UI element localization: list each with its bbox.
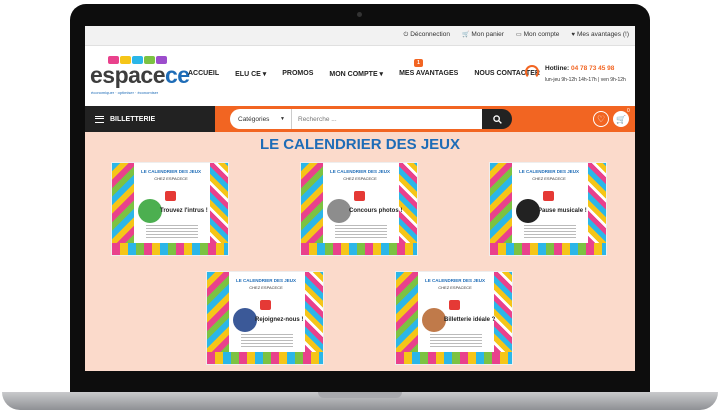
- avantages-badge: 1: [414, 59, 423, 67]
- card-header: LE CALENDRIER DES JEUX: [235, 278, 296, 283]
- card-body-text: [335, 225, 387, 239]
- page-title: LE CALENDRIER DES JEUX: [259, 136, 461, 153]
- card-label: Rejoignez-nous !: [255, 317, 304, 323]
- hotline-title: Hotline: 04 78 73 45 98: [545, 65, 615, 72]
- game-card[interactable]: LE CALENDRIER DES JEUX CHEZ ESPACECE Pause…: [489, 162, 607, 256]
- hotline-phone: 04 78 73 45 98: [571, 65, 615, 72]
- site-header: espacece économiquer · optimiser · écono…: [85, 46, 635, 106]
- calendar-icon: [449, 300, 460, 310]
- search-navbar: BILLETTERIE Catégories ▼ Recherche ... ♡…: [85, 106, 635, 132]
- chevron-down-icon: ▼: [280, 116, 285, 122]
- card-subheader: CHEZ ESPACECE: [438, 285, 472, 290]
- card-body-text: [241, 334, 293, 348]
- card-illustration: [233, 308, 257, 332]
- card-illustration: [516, 199, 540, 223]
- game-card[interactable]: LE CALENDRIER DES JEUX CHEZ ESPACECE Conco…: [300, 162, 418, 256]
- search-input[interactable]: Recherche ...: [292, 109, 482, 129]
- account-label: Mon compte: [523, 31, 560, 38]
- card-body-text: [430, 334, 482, 348]
- game-card[interactable]: LE CALENDRIER DES JEUX CHEZ ESPACECE Trouv…: [111, 162, 229, 256]
- billetterie-button[interactable]: BILLETTERIE: [85, 106, 215, 132]
- card-icon: ▭: [515, 32, 522, 38]
- headset-icon: [525, 65, 539, 79]
- calendar-icon: [165, 191, 176, 201]
- main-menu: ACCUEIL ELU CE ▾ PROMOS MON COMPTE ▾ MES…: [188, 59, 540, 78]
- card-body-text: [146, 225, 198, 239]
- camera-icon: [357, 12, 362, 17]
- card-decoration: [396, 352, 512, 364]
- menu-elu-ce[interactable]: ELU CE ▾: [235, 70, 266, 78]
- logout-label: Déconnection: [410, 31, 450, 38]
- logo-word: espacece: [90, 62, 190, 88]
- cart-count: 0: [627, 108, 630, 114]
- calendar-icon: [260, 300, 271, 310]
- menu-accueil[interactable]: ACCUEIL: [188, 70, 219, 78]
- game-card[interactable]: LE CALENDRIER DES JEUX CHEZ ESPACECE Bille…: [395, 271, 513, 365]
- top-links-bar: ⏻ Déconnection 🛒 Mon panier ▭ Mon compte ♥ M…: [85, 26, 635, 46]
- card-header: LE CALENDRIER DES JEUX: [140, 169, 201, 174]
- heart-icon: ♥: [571, 32, 575, 38]
- search-icon: [492, 114, 502, 124]
- card-label: Pause musicale !: [538, 208, 587, 214]
- categories-label: Catégories: [238, 115, 270, 123]
- cart-icon: 🛒: [461, 32, 470, 38]
- card-illustration: [327, 199, 351, 223]
- card-subheader: CHEZ ESPACECE: [249, 285, 283, 290]
- wishlist-heart-icon[interactable]: ♡: [593, 111, 609, 127]
- benefits-link[interactable]: ♥ Mes avantages (!): [571, 31, 629, 39]
- billetterie-label: BILLETTERIE: [110, 115, 156, 123]
- menu-mes-avantages[interactable]: MES AVANTAGES 1: [399, 59, 459, 78]
- card-body-text: [524, 225, 576, 239]
- hotline-block: Hotline: 04 78 73 45 98 lun-jeu 9h-12h 1…: [525, 62, 635, 96]
- card-header: LE CALENDRIER DES JEUX: [518, 169, 579, 174]
- cart-link[interactable]: 🛒 Mon panier: [462, 31, 504, 39]
- browser-screen: ⏻ Déconnection 🛒 Mon panier ▭ Mon compte ♥ M…: [85, 26, 635, 371]
- logo-tagline: économiquer · optimiser · économiser: [91, 90, 159, 95]
- card-header: LE CALENDRIER DES JEUX: [424, 278, 485, 283]
- card-decoration: [112, 243, 228, 255]
- menu-mes-avantages-label: MES AVANTAGES: [399, 70, 459, 77]
- card-decoration: [490, 243, 606, 255]
- benefits-label: Mes avantages (!): [576, 31, 629, 38]
- calendar-icon: [543, 191, 554, 201]
- card-illustration: [138, 199, 162, 223]
- categories-select[interactable]: Catégories ▼: [230, 109, 292, 129]
- laptop-notch: [318, 392, 402, 398]
- card-subheader: CHEZ ESPACECE: [532, 176, 566, 181]
- account-link[interactable]: ▭ Mon compte: [516, 31, 559, 39]
- card-header: LE CALENDRIER DES JEUX: [329, 169, 390, 174]
- card-decoration: [301, 243, 417, 255]
- search-button[interactable]: [482, 109, 512, 129]
- card-label: Billetterie idéale ?: [444, 317, 496, 323]
- card-subheader: CHEZ ESPACECE: [343, 176, 377, 181]
- cart-label: Mon panier: [471, 31, 504, 38]
- menu-mon-compte[interactable]: MON COMPTE ▾: [329, 70, 383, 78]
- laptop-frame: ⏻ Déconnection 🛒 Mon panier ▭ Mon compte ♥ M…: [0, 0, 720, 415]
- search-placeholder: Recherche ...: [298, 115, 337, 123]
- calendar-icon: [354, 191, 365, 201]
- menu-promos[interactable]: PROMOS: [282, 70, 313, 78]
- card-subheader: CHEZ ESPACECE: [154, 176, 188, 181]
- game-card[interactable]: LE CALENDRIER DES JEUX CHEZ ESPACECE Rejoi…: [206, 271, 324, 365]
- logout-link[interactable]: ⏻ Déconnection: [403, 31, 450, 39]
- card-label: Trouvez l'intrus !: [160, 208, 208, 214]
- power-icon: ⏻: [403, 32, 409, 38]
- card-illustration: [422, 308, 446, 332]
- card-label: Concours photos !: [349, 208, 403, 214]
- hotline-hours: lun-jeu 9h-12h 14h-17h | ven 9h-12h: [545, 77, 626, 83]
- hamburger-icon: [95, 115, 104, 123]
- card-decoration: [207, 352, 323, 364]
- site-logo[interactable]: espacece économiquer · optimiser · écono…: [90, 56, 190, 96]
